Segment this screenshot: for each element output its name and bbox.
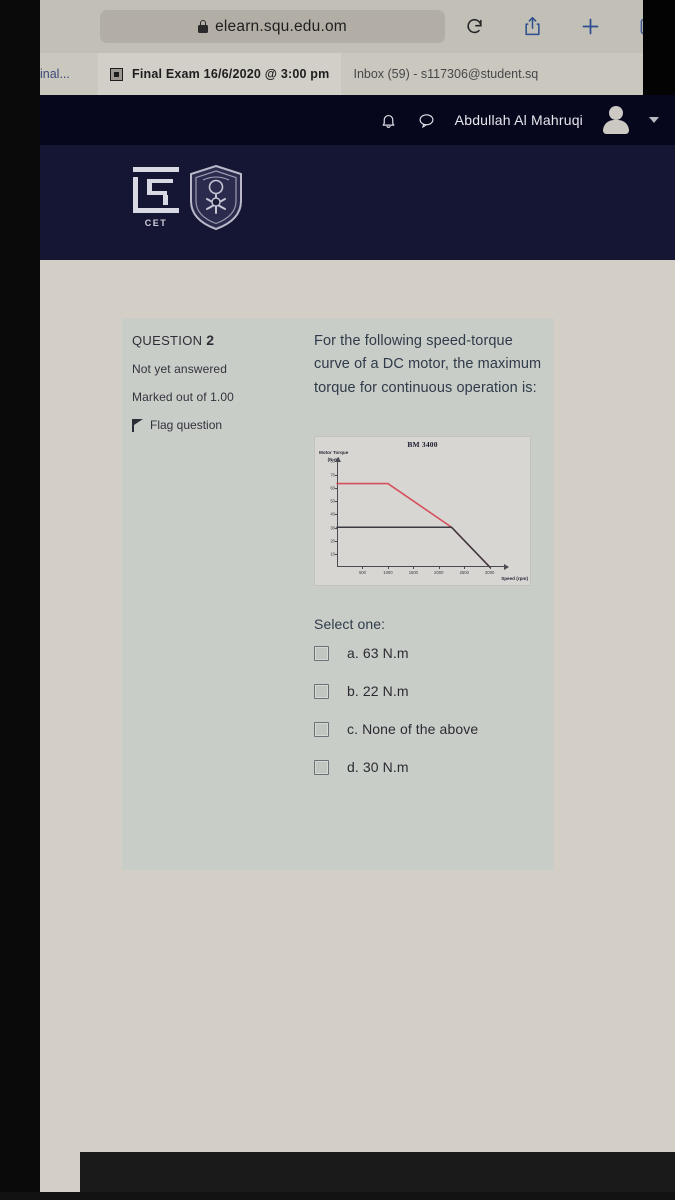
photo-bottom-edge [0,1192,675,1200]
option-c-label: c. None of the above [347,721,479,738]
option-b[interactable]: b. 22 N.m [314,683,549,699]
tab-final-exam[interactable]: Final Exam 16/6/2020 @ 3:00 pm [98,53,342,95]
bell-icon[interactable] [379,110,399,130]
tab-favicon-icon [110,67,123,81]
chart-series-layer [336,483,491,569]
tab-previous-label: inal... [40,67,70,81]
cet-logo-glyph-icon [133,167,179,213]
cet-logo-label: CET [144,218,168,228]
question-info-box: QUESTION 2 Not yet answered Marked out o… [122,318,257,442]
user-name-label[interactable]: Abdullah Al Mahruqi [455,112,583,128]
reload-button[interactable] [461,13,487,41]
photographed-screen: elearn.squ.edu.om inal... Final Exam 16/… [0,0,675,1200]
avatar-icon[interactable] [601,105,631,135]
option-c[interactable]: c. None of the above [314,721,549,737]
question-number-value: 2 [206,332,215,348]
chat-bubble-icon[interactable] [417,110,437,130]
chart-x-tick-label: 2000 [434,569,444,575]
option-b-checkbox[interactable] [314,683,329,699]
quiz-page-body: QUESTION 2 Not yet answered Marked out o… [40,260,675,1195]
option-a[interactable]: a. 63 N.m [314,645,549,661]
cet-logo: CET [130,167,182,237]
new-tab-button[interactable] [577,13,603,41]
university-crest-icon [188,164,244,231]
photo-bottom-bezel [80,1152,675,1195]
tab-previous[interactable]: inal... [40,53,98,95]
chart-title: BM 3400 [407,440,438,450]
tab-inbox[interactable]: Inbox (59) - s117306@student.sq [341,53,550,95]
address-bar[interactable]: elearn.squ.edu.om [100,10,445,43]
chart-x-tick-label: 1000 [383,569,393,575]
chart-series-line [336,526,491,569]
tab-final-exam-label: Final Exam 16/6/2020 @ 3:00 pm [132,67,330,81]
photo-right-bezel [643,0,675,95]
question-main: For the following speed-torque curve of … [314,330,549,797]
tab-strip: inal... Final Exam 16/6/2020 @ 3:00 pm I… [40,53,675,95]
option-c-checkbox[interactable] [314,721,329,737]
option-b-label: b. 22 N.m [347,683,409,700]
flag-question-button[interactable]: Flag question [132,418,247,432]
chevron-down-icon[interactable] [649,117,659,123]
question-text: For the following speed-torque curve of … [314,333,542,396]
browser-window: elearn.squ.edu.om inal... Final Exam 16/… [40,0,675,1195]
chart-series-line [336,483,491,569]
browser-toolbar: elearn.squ.edu.om [40,0,675,53]
question-number-label: QUESTION [132,333,203,348]
question-status: Not yet answered [132,362,227,376]
chart-x-tick-label: 2500 [459,569,469,575]
browser-chrome: elearn.squ.edu.om inal... Final Exam 16/… [40,0,675,95]
moodle-user-nav: Abdullah Al Mahruqi [40,95,675,145]
option-d-checkbox[interactable] [314,759,329,775]
photo-left-bezel [0,0,40,1200]
chart-x-tick-label: 1500 [408,569,419,575]
site-header: CET [40,145,675,260]
option-d-label: d. 30 N.m [347,759,409,776]
question-card: QUESTION 2 Not yet answered Marked out o… [122,318,554,870]
lock-icon [198,20,209,33]
speed-torque-chart: BM 3400 Motor Torque (N-m) Speed (rpm) 1… [314,436,531,587]
chart-plot-area: 10 20 30 40 50 60 70 80 500 1000 1500 2000 2500 3000 [330,457,509,575]
tab-inbox-label: Inbox (59) - s117306@student.sq [353,67,539,81]
chart-x-tick-label: 500 [358,569,366,575]
option-a-checkbox[interactable] [314,645,329,661]
share-button[interactable] [519,13,545,41]
answer-options: a. 63 N.m b. 22 N.m c. None of the above [314,645,549,775]
question-number: QUESTION 2 [132,332,247,348]
question-marks: Marked out of 1.00 [132,390,234,404]
flag-icon [132,418,143,432]
url-text: elearn.squ.edu.om [215,17,347,35]
chart-x-tick-label: 3000 [485,569,495,575]
chart-x-axis-label: Speed (rpm) [501,576,528,582]
option-a-label: a. 63 N.m [347,645,409,662]
select-one-prompt: Select one: [314,616,386,633]
option-d[interactable]: d. 30 N.m [314,759,549,775]
flag-question-label: Flag question [150,418,223,432]
